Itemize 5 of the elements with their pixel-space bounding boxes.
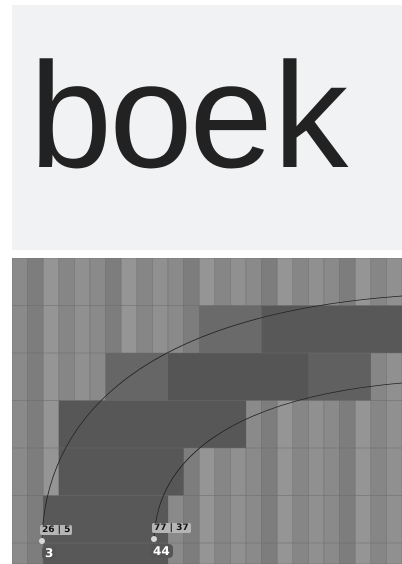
point-handle[interactable] (151, 536, 157, 542)
point-coordinates: 77 | 37 (152, 523, 191, 533)
preview-text: boek (25, 52, 346, 202)
point-handle[interactable] (39, 538, 45, 544)
point-coordinates: 26 | 5 (40, 525, 72, 535)
